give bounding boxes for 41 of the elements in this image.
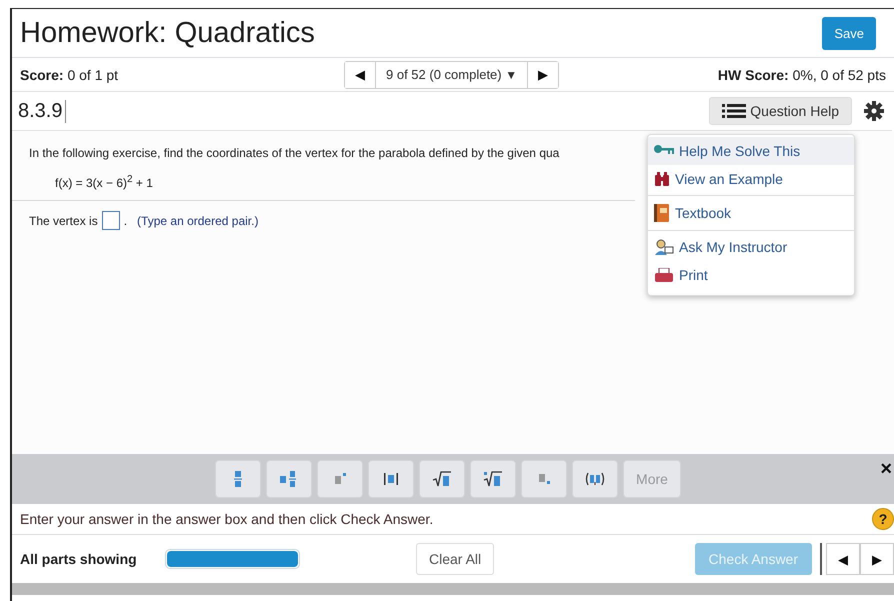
menu-item[interactable]: Help Me Solve This [648,137,854,165]
previous-button[interactable]: ◀ [826,543,860,575]
menu-item[interactable]: Textbook [648,198,854,228]
settings-icon[interactable] [864,101,884,121]
answer-box[interactable] [102,211,120,230]
answer-label: The vertex is [29,214,98,228]
square-root-icon [432,470,452,488]
menu-item[interactable]: View an Example [648,165,854,193]
math-tool-button[interactable] [419,460,465,498]
page-title: Homework: Quadratics [20,16,315,50]
hw-score-text: HW Score: 0%, 0 of 52 pts [718,66,886,82]
save-button[interactable]: Save [822,16,876,50]
answer-period: . [124,214,128,228]
function-formula: f(x) = 3(x − 6)$^{2}$ + 1 [12,160,635,201]
question-dropdown[interactable]: 9 of 52 (0 complete) ▼ [375,62,528,88]
score-text: Score: 0 of 1 pt [20,66,120,82]
question-instruction: In the following exercise, find the coordinates of the vertex for the parabola defined by the given qua [29,146,560,160]
nth-root-icon [483,470,503,488]
menu-item[interactable]: Print [648,261,854,289]
list-icon [722,104,746,118]
horizontal-scrollbar[interactable] [12,583,894,595]
book-icon [654,204,670,222]
ordered-pair-icon [585,470,605,488]
binoculars-icon [654,172,670,186]
math-tool-button[interactable] [470,460,516,498]
close-button[interactable]: × [878,458,894,481]
next-button[interactable]: ▶ [860,543,894,575]
math-tool-button[interactable] [368,460,414,498]
help-button[interactable]: ? [872,508,894,530]
menu-item[interactable]: Ask My Instructor [648,233,854,261]
clear-all-button[interactable]: Clear All [416,543,494,575]
mixed-number-icon [279,470,299,488]
parts-label: All parts showing [20,551,138,567]
key-icon [654,145,674,157]
printer-icon [654,268,674,282]
instruction-text: Enter your answer in the answer box and then click Check Answer. [20,511,434,527]
answer-hint: (Type an ordered pair.) [137,214,258,228]
question-help-button[interactable]: Question Help [709,97,852,125]
question-number: 8.3.9 [18,100,66,122]
absolute-value-icon [381,470,401,488]
person-icon [654,239,674,255]
